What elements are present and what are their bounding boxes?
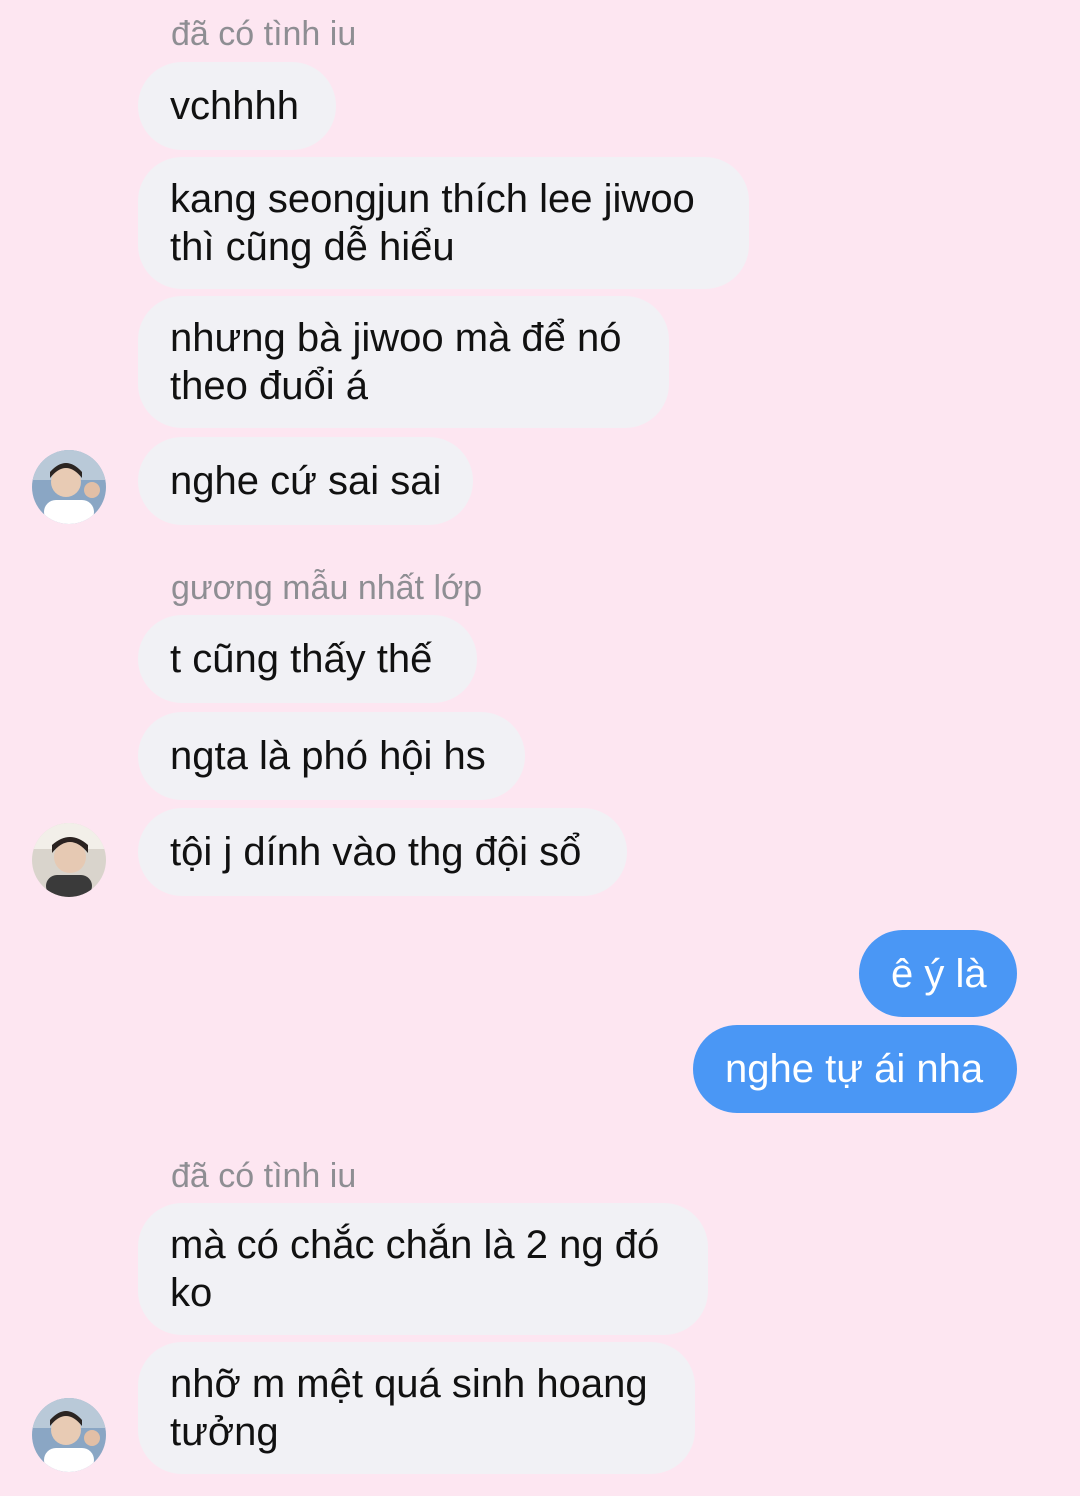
sender-name: đã có tình iu [171,1157,357,1195]
message-text: theo đuổi á [170,364,368,408]
message-bubble[interactable]: nghe cứ sai sai [138,437,473,525]
message-bubble-outgoing[interactable]: ê ý là [859,930,1017,1017]
message-bubble[interactable]: nhưng bà jiwoo mà để nó theo đuổi á [138,296,669,428]
message-text: ê ý là [891,951,987,996]
message-text: vchhhh [170,84,299,128]
message-text: thì cũng dễ hiểu [170,225,455,269]
message-text: kang seongjun thích lee jiwoo [170,177,695,221]
sender-name: gương mẫu nhất lớp [171,569,483,607]
user-avatar-icon[interactable] [32,823,106,897]
message-text: nhỡ m mệt quá sinh hoang [170,1362,648,1406]
message-text: nhưng bà jiwoo mà để nó [170,316,622,360]
message-text: nghe cứ sai sai [170,459,442,503]
user-avatar-icon[interactable] [32,1398,106,1472]
message-text: nghe tự ái nha [725,1047,984,1091]
message-bubble[interactable]: mà có chắc chắn là 2 ng đó ko [138,1203,708,1335]
sender-name: đã có tình iu [171,15,357,53]
user-avatar-icon[interactable] [32,450,106,524]
message-bubble[interactable]: vchhhh [138,62,336,150]
message-text: ngta là phó hội hs [170,734,486,778]
message-text: ko [170,1271,213,1315]
message-bubble[interactable]: kang seongjun thích lee jiwoo thì cũng d… [138,157,749,289]
message-bubble-outgoing[interactable]: nghe tự ái nha [693,1025,1017,1113]
message-bubble[interactable]: nhỡ m mệt quá sinh hoang tưởng [138,1342,695,1474]
message-text: mà có chắc chắn là 2 ng đó [170,1223,660,1267]
message-text: tội j dính vào thg đội sổ [170,830,582,874]
message-bubble[interactable]: ngta là phó hội hs [138,712,525,800]
message-text: t cũng thấy thế [170,637,433,681]
message-bubble[interactable]: tội j dính vào thg đội sổ [138,808,627,896]
message-text: tưởng [170,1410,279,1454]
message-bubble[interactable]: t cũng thấy thế [138,615,477,703]
